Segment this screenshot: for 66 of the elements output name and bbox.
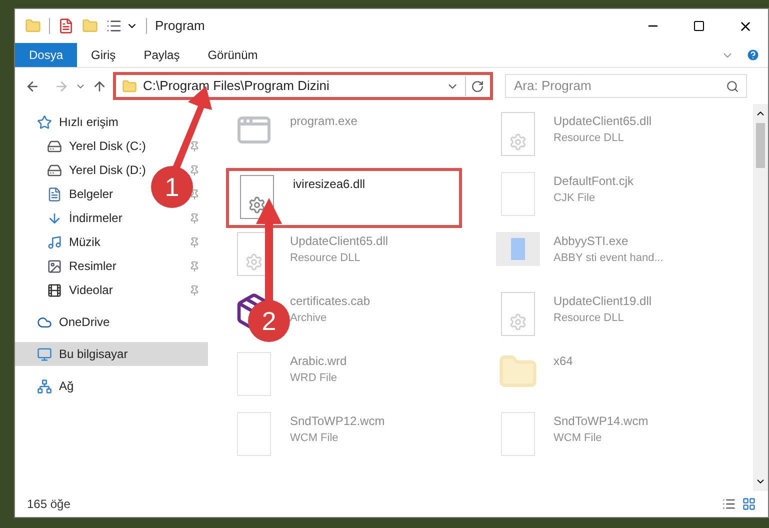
pc-icon: [37, 346, 52, 362]
search-field[interactable]: Ara: Program: [505, 74, 747, 98]
blank-file-icon: [237, 352, 271, 396]
file-name: iviresizea6.dll: [293, 176, 366, 193]
gears-file-icon: [500, 112, 534, 156]
gears-file-icon: [500, 292, 534, 336]
pin-icon[interactable]: [189, 284, 200, 296]
file-type: Archive: [290, 311, 328, 326]
sidebar-item[interactable]: Yerel Disk (D:): [69, 161, 146, 179]
docs-icon: [47, 186, 62, 202]
sidebar-item[interactable]: İndirmeler: [69, 209, 122, 227]
sidebar-item[interactable]: OneDrive: [59, 313, 110, 331]
file-type: WCM File: [554, 431, 603, 446]
sidebar-item[interactable]: Hızlı erişim: [59, 113, 118, 131]
file-type: CJK File: [554, 191, 596, 206]
pin-icon[interactable]: [189, 236, 200, 248]
file-item[interactable]: iviresizea6.dll: [226, 168, 462, 228]
pin-icon[interactable]: [189, 164, 200, 176]
pictures-icon: [47, 258, 62, 274]
ribbon-tab[interactable]: Giriş: [77, 43, 130, 67]
scrollbar[interactable]: [753, 104, 768, 491]
pin-icon[interactable]: [189, 260, 200, 272]
back-icon[interactable]: [25, 78, 40, 94]
ribbon-tab[interactable]: Paylaş: [130, 43, 194, 67]
search-icon: [726, 80, 739, 93]
maximize-icon: [693, 20, 705, 32]
pin-icon[interactable]: [189, 140, 200, 152]
pin-icon[interactable]: [189, 212, 200, 224]
pin-icon[interactable]: [189, 188, 200, 200]
blank-file-icon: [500, 172, 534, 216]
sidebar-item[interactable]: Müzik: [69, 233, 100, 251]
file-type: Resource DLL: [290, 251, 362, 266]
up-icon[interactable]: [92, 78, 107, 94]
network-icon: [37, 378, 52, 394]
file-type: Resource DLL: [554, 131, 625, 146]
large-icons-view-icon[interactable]: [742, 497, 756, 511]
blank-file-icon: [500, 412, 534, 456]
folder-icon: [122, 78, 137, 94]
scroll-thumb[interactable]: [756, 123, 765, 168]
address-bar[interactable]: C:\Program Files\Program Dizini: [113, 72, 493, 100]
view-icon[interactable]: [106, 18, 122, 34]
sidebar-item[interactable]: Bu bilgisayar: [15, 342, 208, 366]
ribbon-tab[interactable]: Dosya: [15, 43, 78, 67]
download-icon: [47, 210, 62, 226]
item-count: 165 öğe: [27, 496, 72, 513]
sidebar-item[interactable]: Ağ: [59, 377, 74, 395]
file-type: WRD File: [290, 371, 338, 386]
sidebar-item[interactable]: Videolar: [69, 281, 113, 299]
sidebar-item[interactable]: Resimler: [69, 257, 116, 275]
video-icon: [47, 282, 62, 298]
file-type: ABBY sti event hand...: [554, 251, 664, 266]
window-title: Program: [155, 17, 205, 36]
refresh-icon[interactable]: [471, 80, 484, 92]
sidebar-item[interactable]: Yerel Disk (C:): [69, 137, 146, 155]
file-type: Resource DLL: [554, 311, 625, 326]
app-window-icon: [496, 232, 540, 266]
details-view-icon[interactable]: [722, 497, 736, 511]
file-type: WCM File: [290, 431, 340, 446]
music-icon: [47, 234, 62, 250]
blank-file-icon: [237, 412, 271, 456]
ribbon-tab[interactable]: Görünüm: [194, 43, 272, 67]
help-icon[interactable]: [746, 48, 760, 62]
address-path: C:\Program Files\Program Dizini: [143, 77, 330, 96]
sidebar-item[interactable]: Belgeler: [69, 185, 114, 203]
sidebar-label: Bu bilgisayar: [59, 346, 128, 363]
cloud-icon: [37, 314, 52, 330]
